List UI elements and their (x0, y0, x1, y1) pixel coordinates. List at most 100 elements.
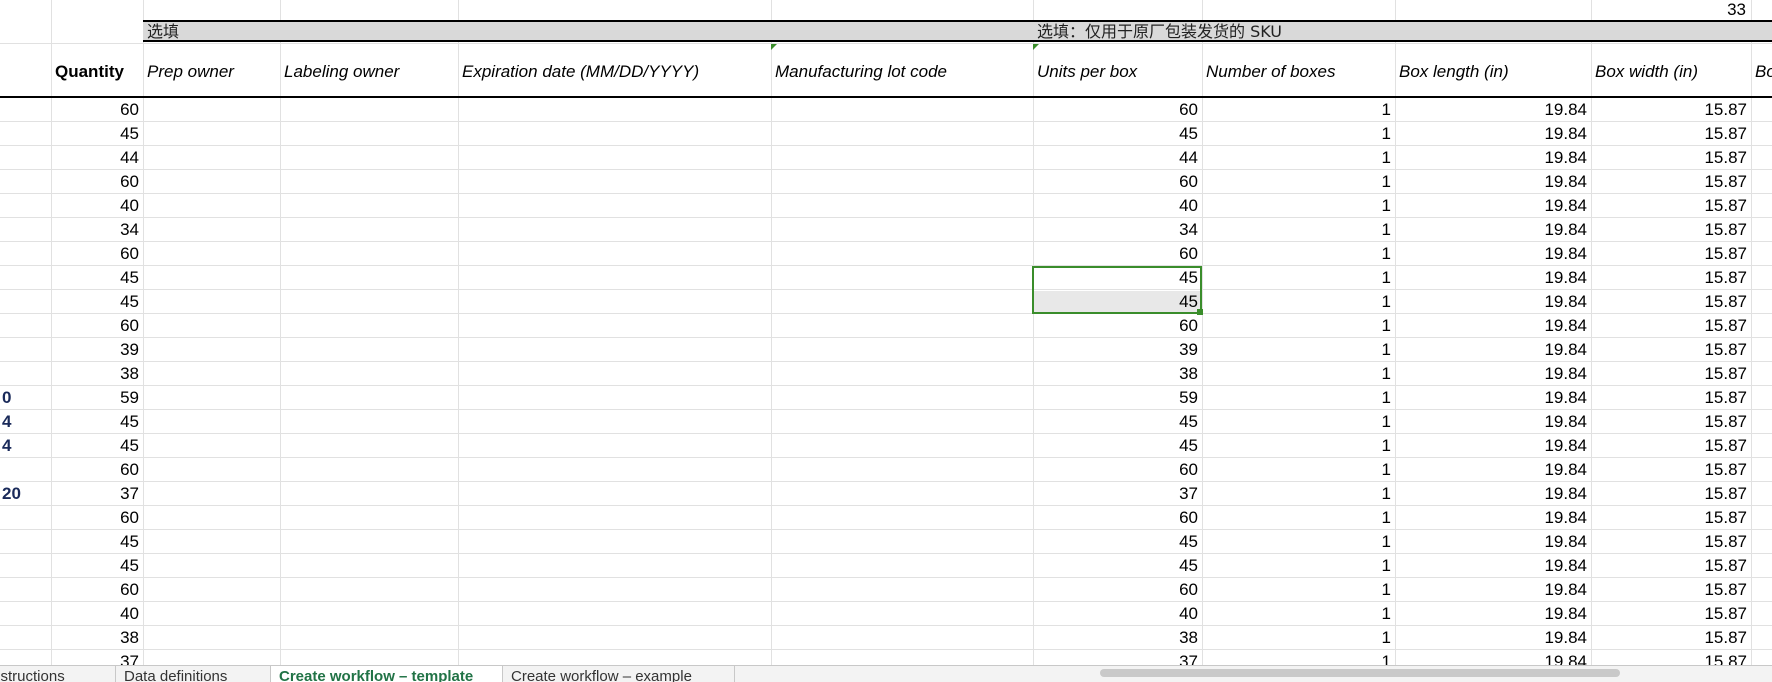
number-of-boxes-cell[interactable]: 1 (1202, 266, 1395, 290)
units-per-box-cell[interactable]: 60 (1033, 314, 1202, 338)
units-per-box-cell[interactable]: 37 (1033, 650, 1202, 665)
quantity-cell[interactable]: 40 (51, 602, 143, 626)
units-per-box-cell[interactable]: 60 (1033, 170, 1202, 194)
sheet-tab[interactable]: Instructions (0, 666, 116, 682)
header-box-length[interactable]: Box length (in) (1395, 60, 1591, 84)
fill-handle[interactable] (1197, 309, 1203, 315)
box-length-cell[interactable]: 19.84 (1395, 530, 1591, 554)
box-width-cell[interactable]: 15.87 (1591, 338, 1751, 362)
quantity-cell[interactable]: 38 (51, 626, 143, 650)
spreadsheet-grid[interactable]: 33 选填 选填：仅用于原厂包装发货的 SKU Quantity Prep ow… (0, 0, 1772, 665)
quantity-cell[interactable]: 39 (51, 338, 143, 362)
header-expiration-date[interactable]: Expiration date (MM/DD/YYYY) (458, 60, 771, 84)
units-per-box-cell[interactable]: 44 (1033, 146, 1202, 170)
left-edge-fragment[interactable]: 4 (0, 410, 51, 434)
box-width-cell[interactable]: 15.87 (1591, 458, 1751, 482)
units-per-box-cell[interactable]: 45 (1033, 290, 1202, 314)
box-width-cell[interactable]: 15.87 (1591, 122, 1751, 146)
left-edge-fragment[interactable]: 4 (0, 434, 51, 458)
box-length-cell[interactable]: 19.84 (1395, 458, 1591, 482)
left-edge-fragment[interactable]: 20 (0, 482, 51, 506)
quantity-cell[interactable]: 45 (51, 434, 143, 458)
left-edge-fragment[interactable] (0, 578, 51, 602)
left-edge-fragment[interactable] (0, 650, 51, 665)
quantity-cell[interactable]: 37 (51, 482, 143, 506)
units-per-box-cell[interactable]: 45 (1033, 122, 1202, 146)
units-per-box-cell[interactable]: 38 (1033, 362, 1202, 386)
number-of-boxes-cell[interactable]: 1 (1202, 482, 1395, 506)
header-number-of-boxes[interactable]: Number of boxes (1202, 60, 1395, 84)
units-per-box-cell[interactable]: 40 (1033, 194, 1202, 218)
sheet-tab[interactable]: Data definitions (116, 666, 271, 682)
units-per-box-cell[interactable]: 40 (1033, 602, 1202, 626)
box-length-cell[interactable]: 19.84 (1395, 506, 1591, 530)
number-of-boxes-cell[interactable]: 1 (1202, 290, 1395, 314)
box-length-cell[interactable]: 19.84 (1395, 290, 1591, 314)
units-per-box-cell[interactable]: 60 (1033, 98, 1202, 122)
left-edge-fragment[interactable] (0, 626, 51, 650)
quantity-cell[interactable]: 45 (51, 266, 143, 290)
box-width-cell[interactable]: 15.87 (1591, 266, 1751, 290)
box-length-cell[interactable]: 19.84 (1395, 338, 1591, 362)
quantity-cell[interactable]: 45 (51, 410, 143, 434)
number-of-boxes-cell[interactable]: 1 (1202, 146, 1395, 170)
box-length-cell[interactable]: 19.84 (1395, 122, 1591, 146)
units-per-box-cell[interactable]: 39 (1033, 338, 1202, 362)
left-edge-fragment[interactable] (0, 194, 51, 218)
units-per-box-cell[interactable]: 45 (1033, 410, 1202, 434)
box-length-cell[interactable]: 19.84 (1395, 434, 1591, 458)
box-width-cell[interactable]: 15.87 (1591, 242, 1751, 266)
number-of-boxes-cell[interactable]: 1 (1202, 458, 1395, 482)
box-width-cell[interactable]: 15.87 (1591, 626, 1751, 650)
left-edge-fragment[interactable] (0, 602, 51, 626)
header-box-width[interactable]: Box width (in) (1591, 60, 1751, 84)
box-width-cell[interactable]: 15.87 (1591, 290, 1751, 314)
number-of-boxes-cell[interactable]: 1 (1202, 506, 1395, 530)
header-labeling-owner[interactable]: Labeling owner (280, 60, 458, 84)
box-width-cell[interactable]: 15.87 (1591, 650, 1751, 665)
header-prep-owner[interactable]: Prep owner (143, 60, 280, 84)
box-width-cell[interactable]: 15.87 (1591, 530, 1751, 554)
header-units-per-box[interactable]: Units per box (1033, 60, 1202, 84)
number-of-boxes-cell[interactable]: 1 (1202, 194, 1395, 218)
box-length-cell[interactable]: 19.84 (1395, 170, 1591, 194)
box-length-cell[interactable]: 19.84 (1395, 650, 1591, 665)
number-of-boxes-cell[interactable]: 1 (1202, 434, 1395, 458)
quantity-cell[interactable]: 40 (51, 194, 143, 218)
units-per-box-cell[interactable]: 38 (1033, 626, 1202, 650)
box-length-cell[interactable]: 19.84 (1395, 602, 1591, 626)
header-box-next-partial[interactable]: Bo (1751, 60, 1772, 84)
number-of-boxes-cell[interactable]: 1 (1202, 386, 1395, 410)
number-of-boxes-cell[interactable]: 1 (1202, 554, 1395, 578)
units-per-box-cell[interactable]: 60 (1033, 578, 1202, 602)
box-length-cell[interactable]: 19.84 (1395, 194, 1591, 218)
quantity-cell[interactable]: 45 (51, 554, 143, 578)
quantity-cell[interactable]: 38 (51, 362, 143, 386)
quantity-cell[interactable]: 60 (51, 242, 143, 266)
left-edge-fragment[interactable] (0, 242, 51, 266)
left-edge-fragment[interactable] (0, 170, 51, 194)
number-of-boxes-cell[interactable]: 1 (1202, 338, 1395, 362)
left-edge-fragment[interactable] (0, 146, 51, 170)
left-edge-fragment[interactable] (0, 458, 51, 482)
units-per-box-cell[interactable]: 60 (1033, 458, 1202, 482)
box-width-cell[interactable]: 15.87 (1591, 506, 1751, 530)
left-edge-fragment[interactable] (0, 338, 51, 362)
number-of-boxes-cell[interactable]: 1 (1202, 242, 1395, 266)
quantity-cell[interactable]: 60 (51, 170, 143, 194)
box-width-cell[interactable]: 15.87 (1591, 170, 1751, 194)
box-length-cell[interactable]: 19.84 (1395, 242, 1591, 266)
header-quantity[interactable]: Quantity (51, 60, 143, 84)
box-width-cell[interactable]: 15.87 (1591, 554, 1751, 578)
box-length-cell[interactable]: 19.84 (1395, 218, 1591, 242)
box-width-cell[interactable]: 15.87 (1591, 146, 1751, 170)
quantity-cell[interactable]: 60 (51, 578, 143, 602)
quantity-cell[interactable]: 45 (51, 530, 143, 554)
left-edge-fragment[interactable] (0, 506, 51, 530)
number-of-boxes-cell[interactable]: 1 (1202, 578, 1395, 602)
number-of-boxes-cell[interactable]: 1 (1202, 170, 1395, 194)
left-edge-fragment[interactable] (0, 314, 51, 338)
box-width-cell[interactable]: 15.87 (1591, 482, 1751, 506)
quantity-cell[interactable]: 37 (51, 650, 143, 665)
units-per-box-cell[interactable]: 45 (1033, 434, 1202, 458)
